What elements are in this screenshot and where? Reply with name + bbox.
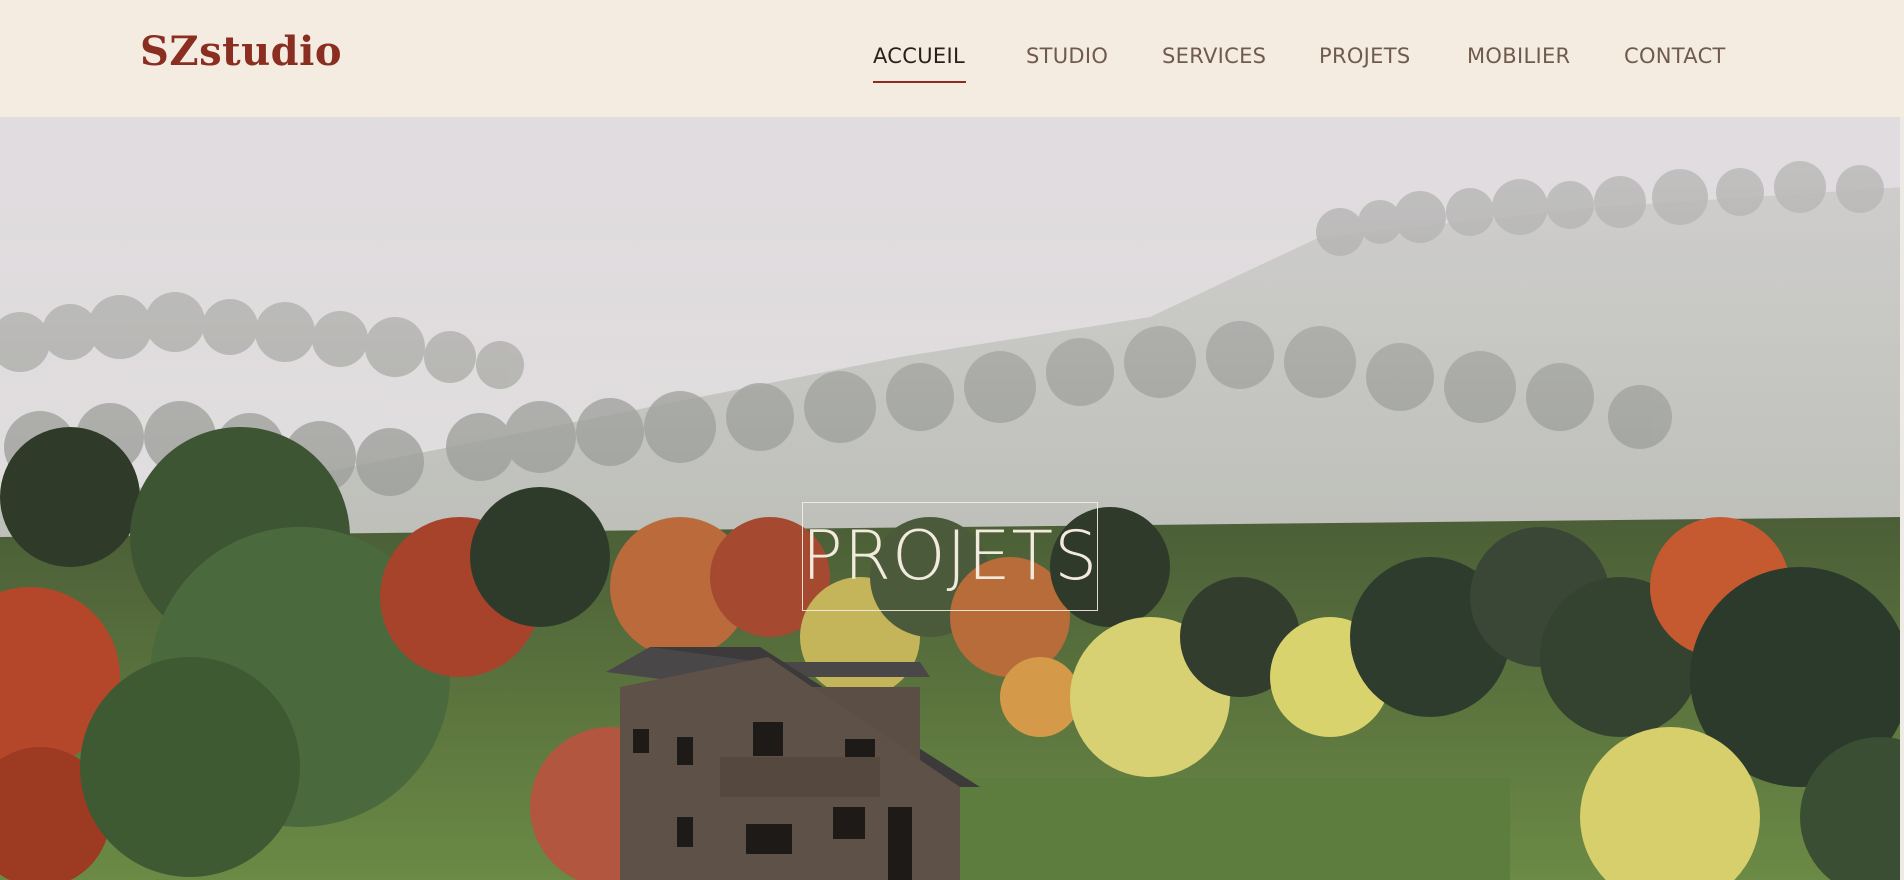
nav-item-contact[interactable]: CONTACT [1624,44,1726,68]
hero-title-box: PROJETS [802,502,1098,611]
active-nav-underline [873,81,966,83]
nav-item-services[interactable]: SERVICES [1162,44,1266,68]
hero-image [0,117,1904,880]
scrollbar[interactable] [1900,117,1904,880]
hero-section: PROJETS [0,117,1904,880]
site-header: SZstudio ACCUEIL STUDIO SERVICES PROJETS… [0,0,1904,117]
nav-item-accueil[interactable]: ACCUEIL [873,44,965,68]
hero-title: PROJETS [801,517,1099,596]
nav-item-projets[interactable]: PROJETS [1319,44,1411,68]
nav-item-studio[interactable]: STUDIO [1026,44,1108,68]
main-nav: ACCUEIL STUDIO SERVICES PROJETS MOBILIER… [0,44,1904,84]
nav-item-mobilier[interactable]: MOBILIER [1467,44,1570,68]
